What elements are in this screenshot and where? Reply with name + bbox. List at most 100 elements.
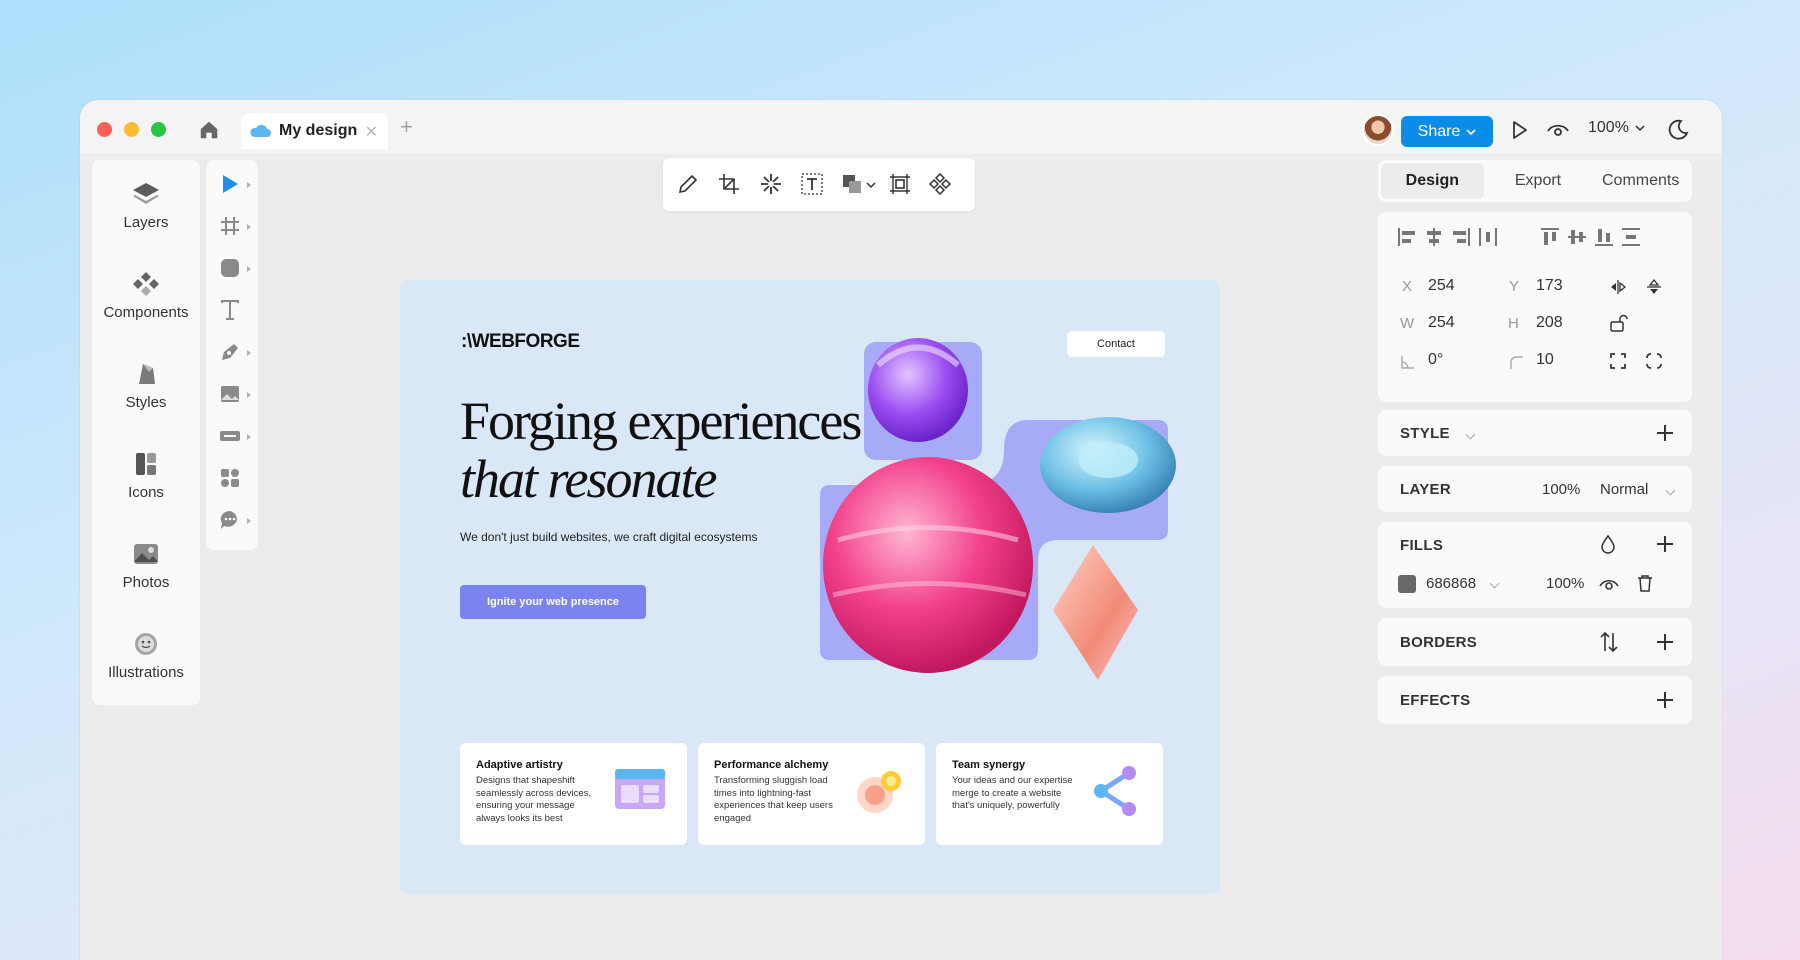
feature-card[interactable]: Team synergy Your ideas and our expertis… [936,743,1163,845]
add-effect-icon[interactable] [1656,691,1674,709]
add-style-icon[interactable] [1656,424,1674,442]
flip-vertical-icon[interactable] [1644,277,1664,297]
preview-eye-icon[interactable] [1546,118,1570,142]
caret-icon[interactable] [247,224,251,230]
crop-icon[interactable] [717,172,741,196]
nav-label: Illustrations [108,664,184,681]
left-nav: Layers Components Styles Icons Photos Il… [92,160,200,705]
nav-icons[interactable]: Icons [92,450,200,502]
fills-title: FILLS [1400,537,1444,554]
distribute-h-icon[interactable] [1477,226,1499,248]
nav-components[interactable]: Components [92,270,200,322]
style-title[interactable]: STYLE [1400,425,1450,442]
blend-mode-select[interactable]: Normal [1600,481,1648,498]
sort-arrows-icon[interactable] [1598,630,1620,654]
chevron-down-icon[interactable] [1489,578,1500,589]
nav-styles[interactable]: Styles [92,360,200,412]
pen-tool-icon[interactable] [218,340,242,364]
width-field[interactable]: 254 [1428,314,1455,332]
nav-layers[interactable]: Layers [92,180,200,232]
align-bottom-icon[interactable] [1593,226,1615,248]
fill-swatch[interactable] [1398,575,1416,593]
layer-opacity[interactable]: 100% [1542,481,1580,498]
tab-design[interactable]: Design [1381,163,1484,199]
home-icon[interactable] [198,119,220,141]
align-center-h-icon[interactable] [1423,226,1445,248]
corner-radius-icon [1510,356,1523,369]
button-tool-icon[interactable] [218,424,242,448]
maximize-window-button[interactable] [151,122,166,137]
shape-tool-icon[interactable] [218,256,242,280]
tab-comments[interactable]: Comments [1589,160,1692,202]
caret-icon[interactable] [247,266,251,272]
tab-export[interactable]: Export [1487,160,1590,202]
zoom-value: 100% [1588,119,1629,136]
comment-tool-icon[interactable] [218,508,242,532]
caret-icon[interactable] [247,350,251,356]
drop-icon[interactable] [1599,534,1617,554]
frame-select-icon[interactable] [888,172,912,196]
x-field[interactable]: 254 [1428,277,1455,295]
distribute-v-icon[interactable] [1620,226,1642,248]
caret-icon[interactable] [247,182,251,188]
add-border-icon[interactable] [1656,633,1674,651]
feature-card[interactable]: Adaptive artistry Designs that shapeshif… [460,743,687,845]
lock-ratio-icon[interactable] [1608,313,1628,333]
height-field[interactable]: 208 [1536,314,1563,332]
align-left-icon[interactable] [1396,226,1418,248]
visibility-eye-icon[interactable] [1598,574,1620,594]
chevron-down-icon[interactable] [1665,485,1676,496]
app-window: My design ✕ + Share 100% Layers Componen… [80,100,1722,960]
chevron-down-icon[interactable] [866,181,876,189]
gear-burst-icon [857,771,901,813]
nav-photos[interactable]: Photos [92,540,200,592]
frame-tool-icon[interactable] [218,214,242,238]
corner-radius-field[interactable]: 10 [1536,351,1554,369]
dark-mode-icon[interactable] [1666,118,1690,142]
close-window-button[interactable] [97,122,112,137]
artboard[interactable]: :\WEBFORGE Contact Forging experiences t… [400,280,1220,894]
text-box-icon[interactable] [800,172,824,196]
nav-illustrations[interactable]: Illustrations [92,630,200,682]
align-right-icon[interactable] [1450,226,1472,248]
new-tab-icon[interactable]: + [400,114,413,140]
zoom-dropdown[interactable]: 100% [1588,119,1645,137]
close-tab-icon[interactable]: ✕ [365,122,378,142]
titlebar: My design ✕ + Share 100% [80,100,1722,154]
boolean-icon[interactable] [840,172,864,196]
components-tool-icon[interactable] [218,466,242,490]
fill-opacity[interactable]: 100% [1546,575,1584,592]
share-button[interactable]: Share [1401,116,1493,147]
pencil-icon[interactable] [676,172,700,196]
text-tool-icon[interactable] [218,298,242,322]
play-icon[interactable] [1507,118,1531,142]
select-tool-icon[interactable] [218,172,242,196]
align-top-icon[interactable] [1539,226,1561,248]
align-center-v-icon[interactable] [1566,226,1588,248]
cta-button[interactable]: Ignite your web presence [460,585,646,619]
chevron-down-icon [1466,128,1476,135]
chevron-down-icon[interactable] [1465,429,1476,440]
fill-hex[interactable]: 686868 [1426,575,1476,592]
fit-icon[interactable] [1608,351,1628,371]
borders-section: BORDERS [1378,618,1692,666]
document-tab[interactable]: My design ✕ [241,113,388,149]
add-fill-icon[interactable] [1656,535,1674,553]
caret-icon[interactable] [247,392,251,398]
rotation-field[interactable]: 0° [1428,351,1443,369]
card-description: Transforming sluggish load times into li… [714,775,833,824]
y-field[interactable]: 173 [1536,277,1563,295]
trash-icon[interactable] [1636,573,1654,593]
image-tool-icon[interactable] [218,382,242,406]
tool-strip [206,160,258,550]
magic-icon[interactable] [759,172,783,196]
flip-horizontal-icon[interactable] [1608,277,1628,297]
feature-card[interactable]: Performance alchemy Transforming sluggis… [698,743,925,845]
component-icon[interactable] [928,172,952,196]
caret-icon[interactable] [247,518,251,524]
caret-icon[interactable] [247,434,251,440]
nav-label: Components [103,304,189,321]
fill-icon[interactable] [1644,351,1664,371]
minimize-window-button[interactable] [124,122,139,137]
avatar[interactable] [1362,114,1394,146]
